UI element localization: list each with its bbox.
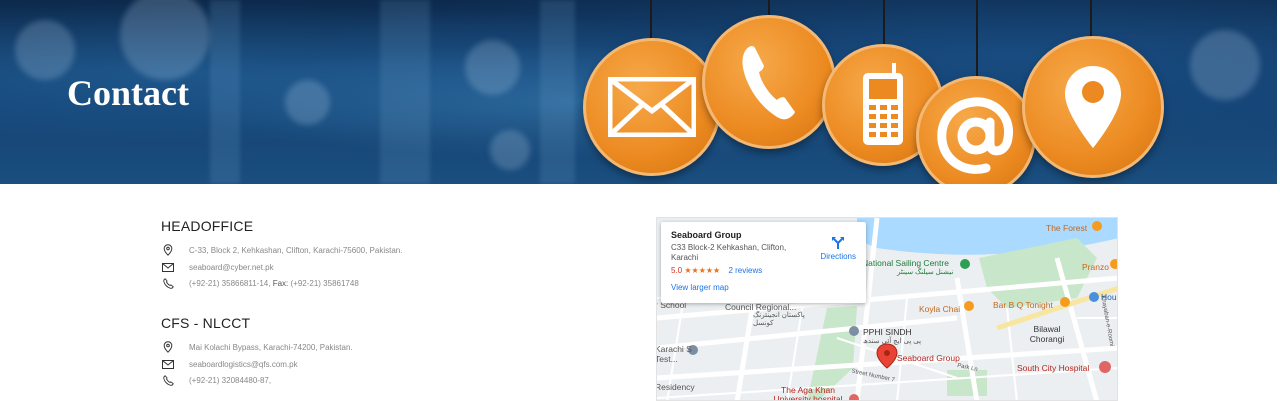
address-text: Mai Kolachi Bypass, Karachi-74200, Pakis…	[189, 342, 353, 352]
office-title-cfs-nlcct: CFS - NLCCT	[161, 315, 251, 331]
map-label-urdu: نیشنل سیلنگ سینٹر	[897, 269, 954, 276]
envelope-icon	[161, 357, 175, 371]
map-label: Koyla Chai	[919, 304, 961, 314]
reviews-link[interactable]: 2 reviews	[728, 266, 762, 275]
map-label: Pranzo	[1082, 262, 1109, 272]
phone-number: (+92-21) 32084480-87,	[189, 375, 272, 385]
map-label: Karachi S Test...	[656, 344, 692, 364]
map-label-urdu: پی پی ایچ آئی سندھ	[863, 338, 922, 345]
location-pin-icon	[1022, 36, 1164, 178]
office-email: seaboard@cyber.net.pk	[161, 260, 274, 274]
envelope-icon	[161, 260, 175, 274]
hanging-string	[976, 0, 978, 82]
map-label: The Forest	[1046, 223, 1088, 233]
office-title-headoffice: HEADOFFICE	[161, 218, 254, 234]
hanging-string	[883, 0, 885, 48]
map-label-urdu: پاکستان انجینئرنگ کونسل	[753, 312, 805, 327]
google-map-embed[interactable]: The Forest National Sailing Centre نیشنل…	[656, 217, 1118, 401]
mail-icon	[583, 38, 721, 176]
phone-icon	[161, 373, 175, 387]
view-larger-map-link[interactable]: View larger map	[671, 283, 856, 292]
bokeh-light	[1190, 30, 1260, 100]
map-label: Council Regional...	[725, 302, 797, 312]
directions-button[interactable]: Directions	[820, 236, 856, 261]
bokeh-light	[465, 40, 520, 95]
map-label: National Sailing Centre	[862, 258, 949, 268]
bokeh-light	[285, 80, 330, 125]
map-label: South City Hospital	[1017, 363, 1090, 373]
at-icon	[916, 76, 1036, 184]
office-phone: (+92-21) 32084480-87,	[161, 373, 271, 387]
bokeh-streak	[380, 0, 430, 184]
map-label: Bilawal Chorangi	[1029, 324, 1065, 344]
phone-text: (+92-21) 35866811-14, Fax: (+92-21) 3586…	[189, 279, 359, 288]
map-label-seaboard: Seaboard Group	[897, 353, 960, 363]
map-label: The Aga Khan University hospital	[773, 385, 843, 401]
bokeh-light	[120, 0, 210, 80]
bokeh-streak	[540, 0, 575, 184]
hero-banner: Contact	[0, 0, 1277, 184]
email-link[interactable]: seaboard@cyber.net.pk	[189, 263, 274, 272]
rating-stars: ★★★★★	[684, 266, 721, 275]
phone-number: (+92-21) 35866811-14,	[189, 278, 271, 288]
page-title: Contact	[67, 73, 189, 113]
directions-icon	[832, 237, 845, 249]
bokeh-streak	[210, 0, 240, 184]
office-phone: (+92-21) 35866811-14, Fax: (+92-21) 3586…	[161, 276, 359, 290]
bokeh-light	[490, 130, 530, 170]
location-pin-icon	[161, 340, 175, 354]
rating-value: 5.0	[671, 266, 683, 275]
fax-label: Fax:	[272, 278, 289, 288]
location-pin-icon	[161, 243, 175, 257]
phone-icon	[161, 276, 175, 290]
place-address: C33 Block-2 Kehkashan, Clifton, Karachi	[671, 243, 787, 262]
map-place-card: Seaboard Group C33 Block-2 Kehkashan, Cl…	[661, 222, 866, 303]
office-address: C-33, Block 2, Kehkashan, Clifton, Karac…	[161, 243, 402, 257]
place-rating: 5.0 ★★★★★ 2 reviews	[671, 266, 856, 275]
bokeh-light	[15, 20, 75, 80]
directions-label: Directions	[820, 252, 856, 261]
fax-number: (+92-21) 35861748	[290, 278, 359, 288]
map-label: Residency	[656, 382, 695, 392]
office-address: Mai Kolachi Bypass, Karachi-74200, Pakis…	[161, 340, 353, 354]
office-email: seaboardlogistics@qfs.com.pk	[161, 357, 298, 371]
phone-icon	[702, 15, 836, 149]
map-label: Bar B Q Tonight	[993, 300, 1053, 310]
address-text: C-33, Block 2, Kehkashan, Clifton, Karac…	[189, 245, 403, 255]
email-link[interactable]: seaboardlogistics@qfs.com.pk	[189, 360, 298, 369]
map-label: PPHI SINDH	[863, 327, 912, 337]
hanging-string	[650, 0, 652, 42]
